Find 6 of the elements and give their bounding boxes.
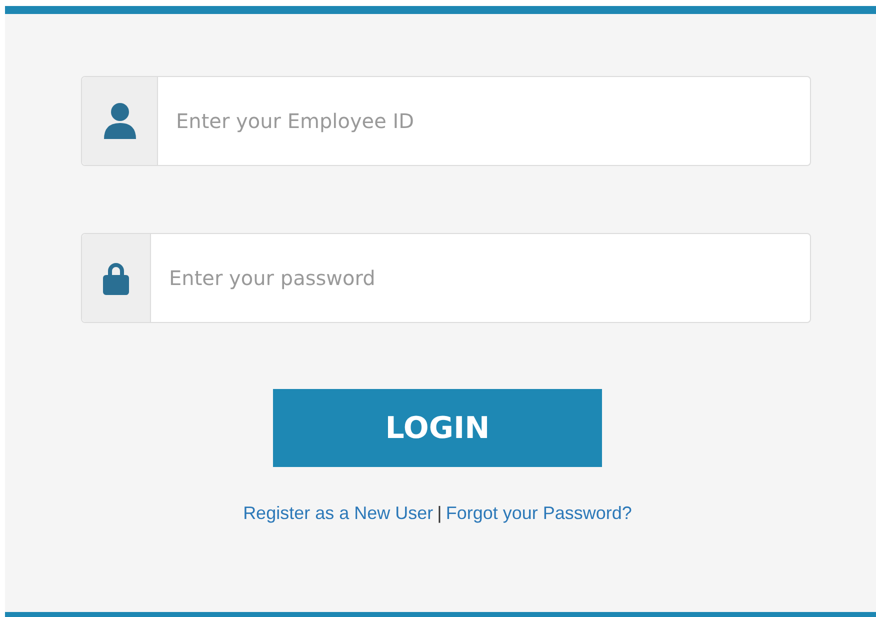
user-icon xyxy=(102,102,136,140)
link-separator: | xyxy=(437,503,442,524)
login-button[interactable]: LOGIN xyxy=(273,389,602,467)
register-link[interactable]: Register as a New User xyxy=(243,503,434,524)
forgot-password-link[interactable]: Forgot your Password? xyxy=(446,503,632,524)
lock-icon xyxy=(101,261,131,295)
